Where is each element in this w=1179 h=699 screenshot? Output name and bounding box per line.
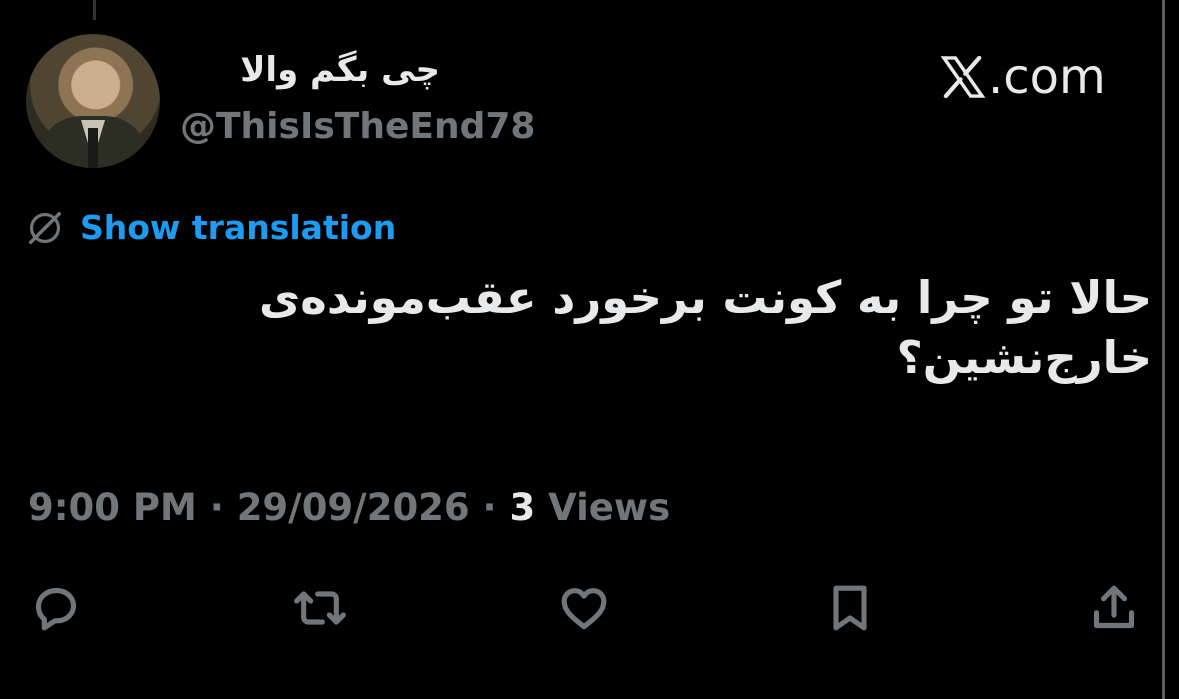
tweet-meta: 9:00 PM · 29/09/2026 · 3 Views [28,486,670,529]
reply-button[interactable] [24,576,88,640]
like-button[interactable] [552,576,616,640]
brand-domain: .com [988,49,1106,105]
views-label: Views [535,486,671,529]
heart-icon [561,588,607,630]
reply-icon [35,587,77,631]
x-logo-icon [940,56,986,98]
views-count: 3 [509,486,536,529]
x-brand-logo: .com [940,49,1106,105]
share-icon [1093,585,1135,629]
bookmark-button[interactable] [818,576,882,640]
repost-button[interactable] [288,576,352,640]
repost-icon [294,591,346,625]
tweet-time[interactable]: 9:00 PM [28,486,197,529]
bookmark-icon [833,585,867,631]
meta-separator: · [469,486,510,529]
thread-connector-line [93,0,96,20]
author-display-name[interactable]: چی بگم والا [180,50,440,94]
tweet-text: حالا تو چرا به کونت برخورد عقب‌مونده‌ی خ… [259,271,1152,384]
show-translation-link[interactable]: Show translation [26,208,396,247]
globe-slash-icon [29,211,61,244]
tweet-action-bar [0,576,1179,640]
tweet-date[interactable]: 29/09/2026 [237,486,470,529]
author-handle[interactable]: @ThisIsTheEnd78 [180,106,535,147]
avatar-tie [88,128,98,168]
show-translation-label[interactable]: Show translation [80,208,396,247]
meta-separator: · [196,486,237,529]
avatar[interactable] [26,34,160,168]
share-button[interactable] [1082,576,1146,640]
